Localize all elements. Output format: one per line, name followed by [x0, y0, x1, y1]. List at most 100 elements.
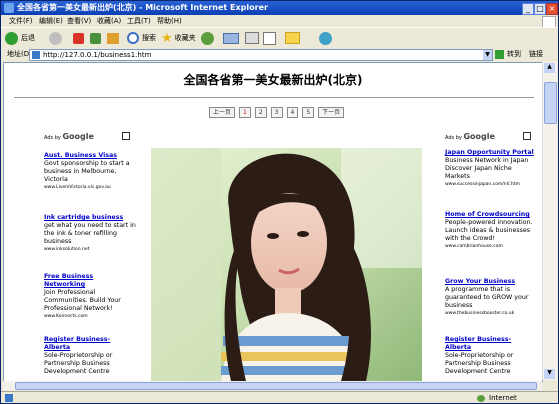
status-page-icon [5, 394, 13, 402]
left-ad-1: Aust. Business Visas Govt sponsorship to… [44, 152, 136, 192]
left-ads-header: Ads by Google [44, 132, 130, 141]
portrait-image [151, 148, 422, 381]
ad-description: Govt sponsorship to start a business in … [44, 160, 130, 183]
ad-description: People-powered innovation. Launch ideas … [445, 219, 533, 242]
horizontal-scrollbar[interactable] [3, 381, 542, 390]
status-bar: Internet [1, 391, 558, 403]
ad-title-link[interactable]: Home of Crowdsourcing [445, 211, 537, 219]
right-ad-1: Japan Opportunity Portal Business Networ… [445, 149, 537, 189]
search-icon [127, 32, 139, 44]
page-title: 全国各省第一美女最新出炉(北京) [183, 73, 363, 87]
next-page-button[interactable]: 下一页 [318, 107, 345, 118]
ad-url[interactable]: www.inksolution.net [44, 246, 136, 254]
vertical-scrollbar[interactable]: ▲ ▼ [542, 62, 557, 380]
ad-title-link[interactable]: Ink cartridge business [44, 214, 136, 222]
refresh-icon [90, 32, 101, 44]
messenger-button[interactable] [319, 30, 332, 46]
menu-tools[interactable]: 工具(T) [127, 15, 151, 27]
ad-description: Join Professional Communities. Build You… [44, 289, 121, 312]
ad-title-link[interactable]: Japan Opportunity Portal [445, 149, 537, 157]
stop-icon [73, 32, 84, 44]
ad-url[interactable]: www.Konnects.com [44, 313, 136, 321]
address-url: http://127.0.0.1/business1.htm [43, 51, 152, 59]
print-button[interactable] [245, 30, 259, 46]
ad-title-link[interactable]: Grow Your Business [445, 278, 537, 286]
mail-button[interactable] [223, 30, 239, 46]
menu-edit[interactable]: 编辑(E) [39, 15, 63, 27]
divider [14, 97, 534, 98]
ad-title-link[interactable]: Free Business Networking [44, 273, 136, 289]
page-3-button[interactable]: 3 [270, 107, 283, 118]
home-icon [107, 32, 119, 44]
address-dropdown-icon[interactable]: ▼ [483, 50, 492, 60]
ad-description: Sole-Proprietorship or Partnership Busin… [44, 352, 113, 375]
links-button[interactable]: 链接 [529, 48, 543, 61]
page-1-button[interactable]: 1 [239, 107, 251, 118]
page-5-button[interactable]: 5 [302, 107, 315, 118]
right-ad-2: Home of Crowdsourcing People-powered inn… [445, 211, 537, 251]
media-button[interactable] [201, 30, 214, 46]
menu-file[interactable]: 文件(F) [9, 15, 33, 27]
minimize-button[interactable]: _ [522, 3, 534, 15]
messenger-icon [319, 31, 332, 45]
left-ad-2: Ink cartridge business get what you need… [44, 214, 136, 254]
star-icon: ★ [161, 30, 173, 46]
internet-zone-icon [477, 395, 485, 402]
refresh-button[interactable] [90, 30, 101, 46]
ad-description: A programme that is guaranteed to GROW y… [445, 286, 529, 309]
print-icon [245, 32, 259, 44]
ad-info-icon[interactable] [122, 132, 130, 140]
menu-view[interactable]: 查看(V) [67, 15, 91, 27]
menu-help[interactable]: 帮助(H) [157, 15, 182, 27]
page-4-button[interactable]: 4 [286, 107, 299, 118]
ad-info-icon[interactable] [523, 132, 531, 140]
vertical-scroll-thumb[interactable] [544, 82, 557, 124]
left-ad-4: Register Business-Alberta Sole-Proprieto… [44, 336, 136, 376]
search-button[interactable]: 搜索 [127, 30, 156, 46]
close-button[interactable]: × [546, 3, 558, 15]
address-input[interactable]: http://127.0.0.1/business1.htm ▼ [29, 49, 493, 61]
favorites-button[interactable]: ★ 收藏夹 [161, 30, 196, 46]
forward-arrow-icon [49, 31, 62, 45]
ie-icon [4, 3, 14, 13]
forward-button[interactable] [49, 30, 62, 46]
pagination: 上一页 1 2 3 4 5 下一页 [209, 107, 345, 119]
folder-icon [285, 32, 300, 44]
folder-button[interactable] [285, 30, 300, 46]
right-ads-header: Ads by Google [445, 132, 531, 141]
ad-url[interactable]: www.cambrianhouse.com [445, 243, 537, 251]
media-icon [201, 31, 214, 45]
menu-bar: 文件(F) 编辑(E) 查看(V) 收藏(A) 工具(T) 帮助(H) [1, 15, 558, 28]
right-ad-4: Register Business-Alberta Sole-Proprieto… [445, 336, 537, 376]
toolbar: 后退 搜索 ★ 收藏夹 [1, 27, 558, 49]
address-bar: 地址(D) http://127.0.0.1/business1.htm ▼ 转… [1, 48, 558, 61]
zone-label: Internet [489, 394, 517, 402]
ad-title-link[interactable]: Register Business-Alberta [44, 336, 136, 352]
maximize-button[interactable]: □ [534, 3, 546, 15]
window-title: 全国各省第一美女最新出炉(北京) - Microsoft Internet Ex… [17, 3, 268, 12]
portrait-photo [151, 148, 422, 381]
ad-url[interactable]: www.LiveInVictoria.vic.gov.au [44, 184, 136, 192]
menu-favorites[interactable]: 收藏(A) [97, 15, 121, 27]
back-button[interactable]: 后退 [5, 30, 35, 46]
prev-page-button[interactable]: 上一页 [209, 107, 236, 118]
ad-title-link[interactable]: Register Business-Alberta [445, 336, 537, 352]
edit-button[interactable] [263, 30, 276, 46]
horizontal-scroll-thumb[interactable] [15, 382, 537, 390]
edit-icon [263, 31, 276, 45]
page-2-button[interactable]: 2 [254, 107, 267, 118]
ad-title-link[interactable]: Aust. Business Visas [44, 152, 136, 160]
ad-description: get what you need to start in the ink & … [44, 222, 136, 245]
back-arrow-icon [5, 31, 18, 45]
stop-button[interactable] [73, 30, 84, 46]
home-button[interactable] [107, 30, 119, 46]
scroll-down-icon[interactable]: ▼ [544, 369, 555, 379]
go-arrow-icon[interactable] [495, 50, 504, 59]
google-logo: Google [463, 132, 495, 141]
google-logo: Google [62, 132, 94, 141]
scroll-up-icon[interactable]: ▲ [544, 63, 555, 73]
ad-url[interactable]: www.thebusinessbooster.co.uk [445, 310, 537, 318]
go-button[interactable]: 转到 [507, 48, 521, 61]
ad-url[interactable]: www.successinjapan.com/nl/.htm [445, 181, 537, 189]
title-bar: 全国各省第一美女最新出炉(北京) - Microsoft Internet Ex… [1, 1, 558, 15]
